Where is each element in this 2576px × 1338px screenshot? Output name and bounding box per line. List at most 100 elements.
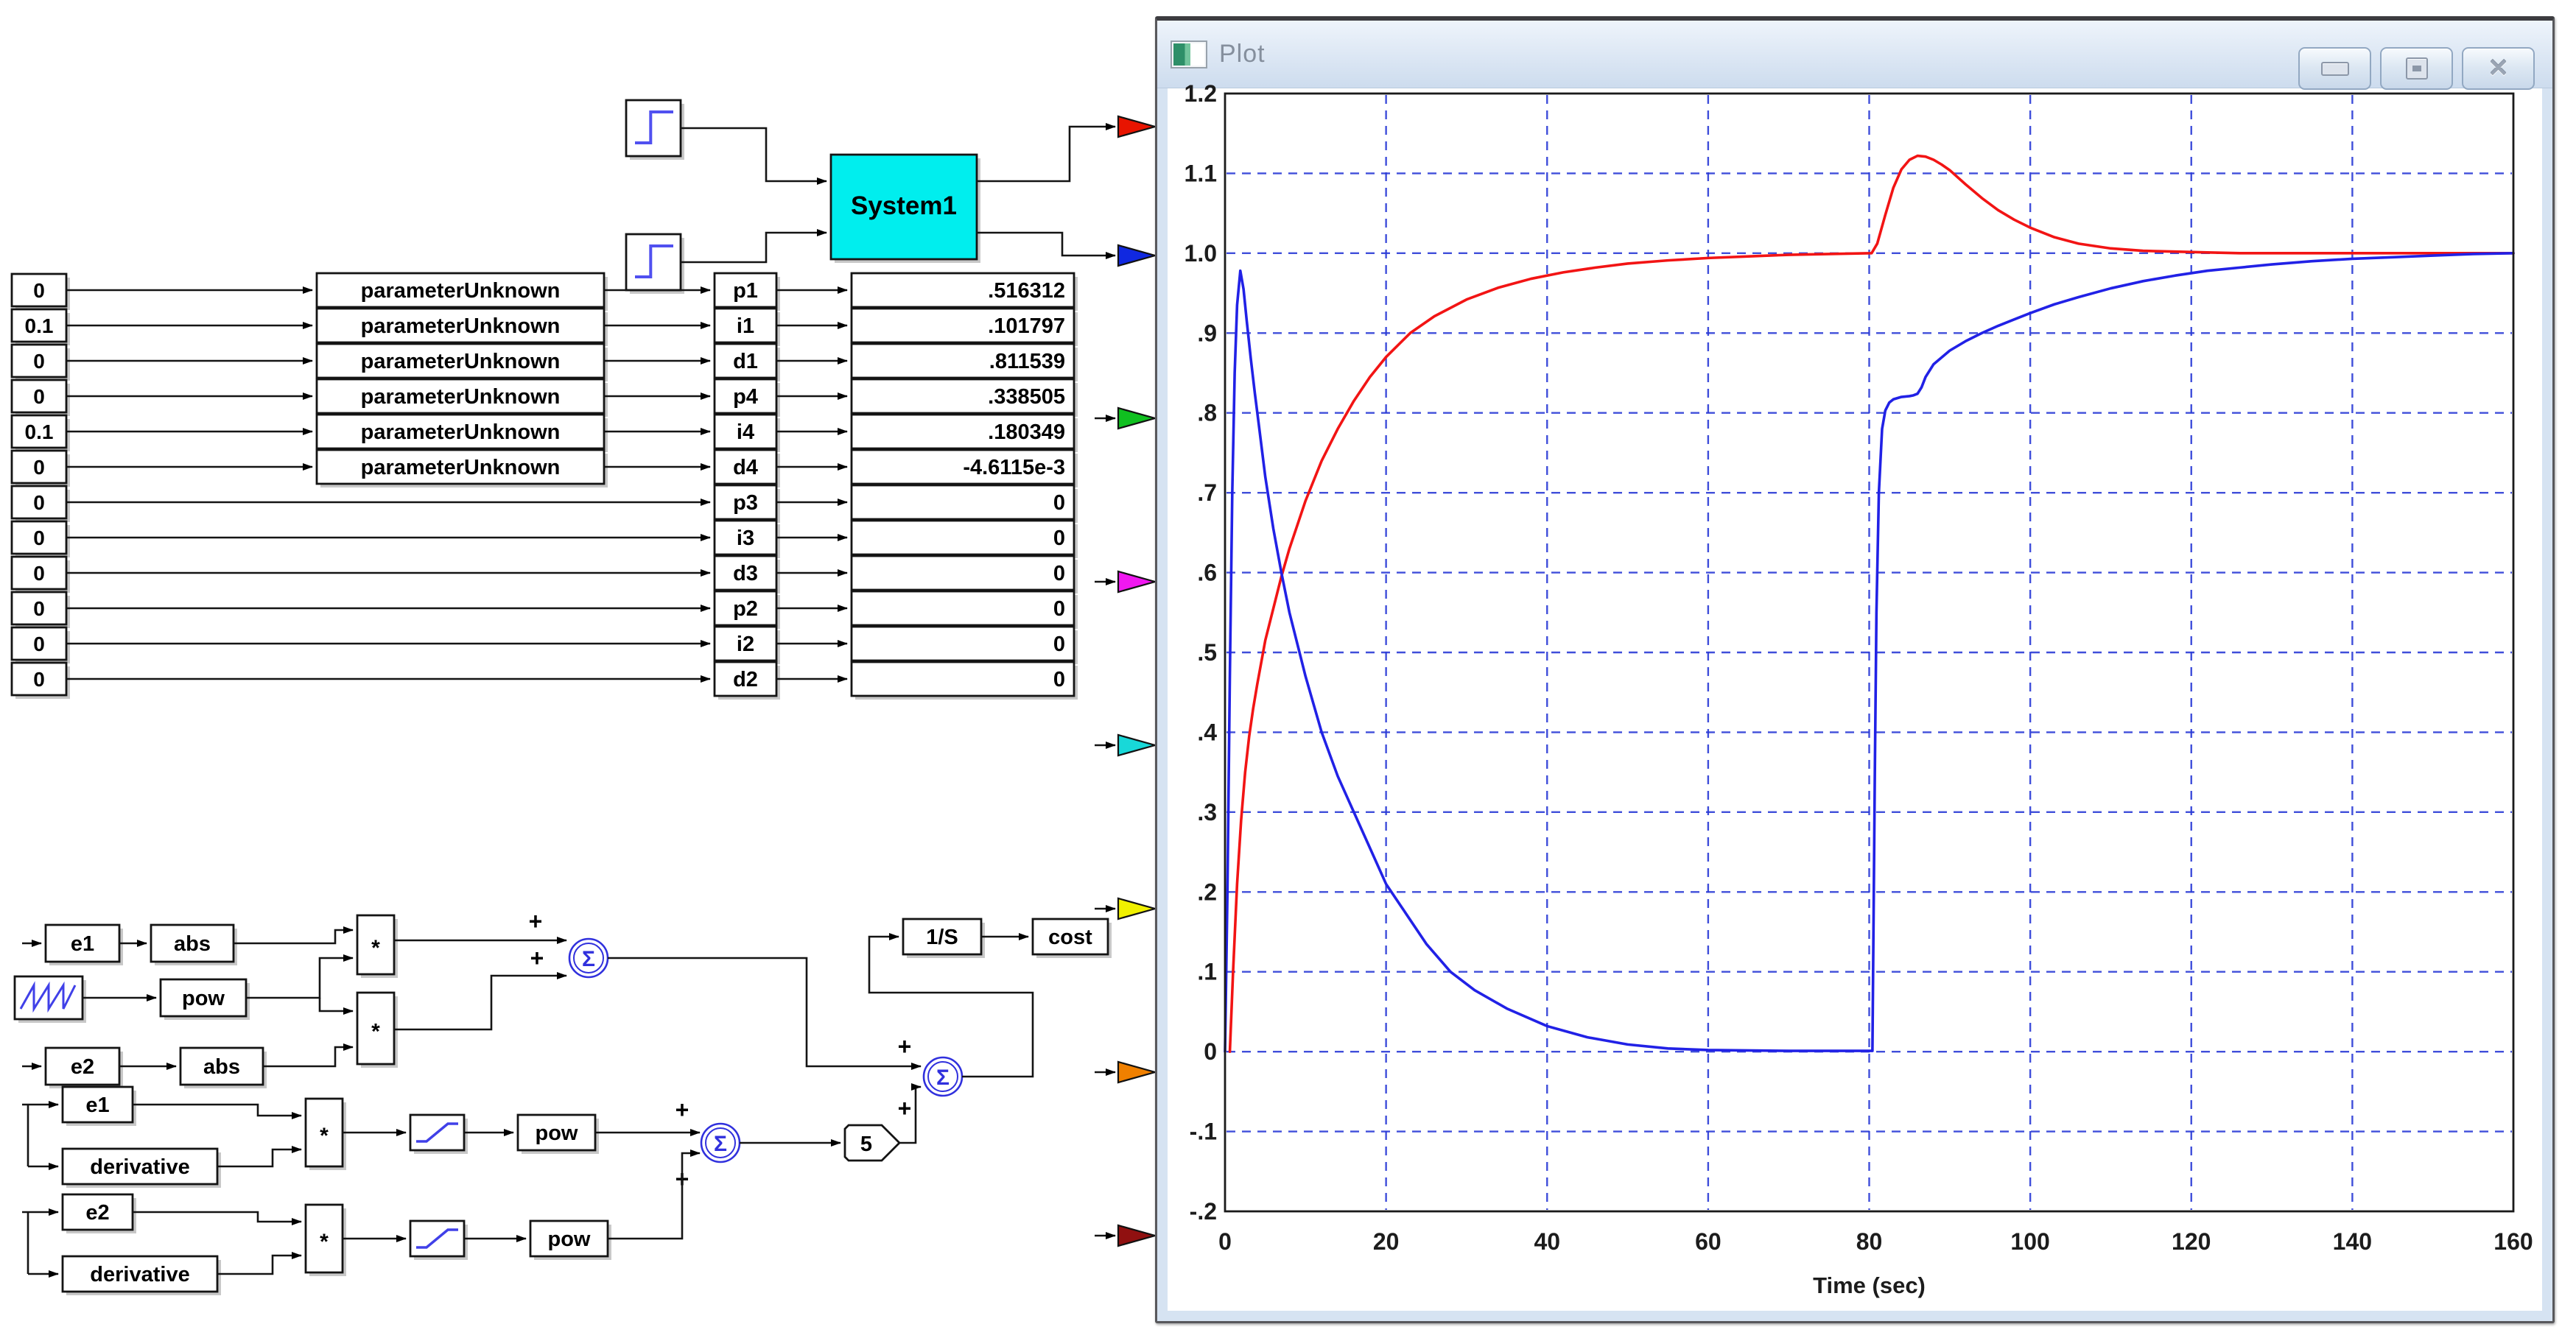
block-const-i1-label: 0.1 xyxy=(25,314,54,337)
block-label-i1-label: i1 xyxy=(737,314,754,338)
port-red[interactable] xyxy=(1118,116,1155,137)
port-green[interactable] xyxy=(1118,408,1155,429)
wire-system1-out1 xyxy=(977,127,1115,181)
block-value-i3[interactable] xyxy=(852,521,1074,554)
block-const-i4-label: 0.1 xyxy=(25,420,54,443)
xtick-40: 40 xyxy=(1534,1228,1560,1255)
port-darkred[interactable] xyxy=(1118,1225,1155,1246)
block-integrator-label: 1/S xyxy=(926,926,958,949)
block-const-p2-label: 0 xyxy=(33,597,45,620)
port-magenta[interactable] xyxy=(1118,571,1155,592)
block-value-d3-label: 0 xyxy=(1053,562,1065,585)
plot-canvas[interactable]: 1.21.11.0.9.8.7.6.5.4.3.2.10-.1-.2020406… xyxy=(1157,21,2552,1321)
block-value-d2[interactable] xyxy=(852,662,1074,696)
block-pow-1-label: pow xyxy=(536,1122,578,1145)
ytick--.2: -.2 xyxy=(1190,1198,1217,1225)
x-axis-label: Time (sec) xyxy=(1813,1272,1926,1298)
block-value-d1-label: .811539 xyxy=(989,350,1065,373)
sum-2-sigma: Σ xyxy=(936,1066,950,1090)
block-label-p3-label: p3 xyxy=(733,491,758,515)
block-value-i3-label: 0 xyxy=(1053,527,1065,550)
block-value-i1-label: .101797 xyxy=(988,314,1065,338)
block-label-i3-label: i3 xyxy=(737,527,754,550)
ytick-1.0: 1.0 xyxy=(1185,240,1217,267)
block-mult-1-label: * xyxy=(371,936,380,960)
block-parameterunknown-i1-label: parameterUnknown xyxy=(361,314,561,338)
port-yellow[interactable] xyxy=(1118,898,1155,919)
block-step-source-1[interactable] xyxy=(626,100,681,156)
block-value-d3[interactable] xyxy=(852,556,1074,590)
port-blue[interactable] xyxy=(1118,245,1155,266)
port-orange[interactable] xyxy=(1118,1062,1155,1082)
ytick-1.2: 1.2 xyxy=(1185,80,1217,107)
ytick-.8: .8 xyxy=(1197,400,1217,426)
block-value-i2[interactable] xyxy=(852,627,1074,661)
plus-sign: + xyxy=(675,1096,689,1123)
block-mult-3-label: * xyxy=(320,1124,329,1148)
ytick-.6: .6 xyxy=(1197,560,1217,586)
block-e1-deriv-label: e1 xyxy=(85,1094,109,1117)
port-cyan[interactable] xyxy=(1118,735,1155,756)
block-label-d1-label: d1 xyxy=(733,350,758,373)
plus-sign: + xyxy=(529,908,543,934)
block-label-i2-label: i2 xyxy=(737,633,754,656)
block-value-p1-label: .516312 xyxy=(988,279,1065,303)
block-value-d2-label: 0 xyxy=(1053,668,1065,691)
block-label-i4-label: i4 xyxy=(737,420,754,444)
block-label-d4-label: d4 xyxy=(733,456,758,479)
ytick-.1: .1 xyxy=(1197,959,1217,985)
block-label-p2-label: p2 xyxy=(733,597,758,621)
ytick-.5: .5 xyxy=(1197,639,1217,666)
block-value-i4-label: .180349 xyxy=(988,420,1065,444)
block-e2-deriv-label: e2 xyxy=(85,1201,109,1225)
wire-abs2-mult2 xyxy=(263,1047,353,1066)
wire-step2-system1 xyxy=(681,233,827,262)
block-const-p4-label: 0 xyxy=(33,385,45,408)
xtick-0: 0 xyxy=(1218,1228,1232,1255)
block-value-i2-label: 0 xyxy=(1053,633,1065,656)
block-pow-weight-label: pow xyxy=(182,987,225,1010)
block-mult-4-label: * xyxy=(320,1230,329,1254)
xtick-20: 20 xyxy=(1373,1228,1400,1255)
xtick-140: 140 xyxy=(2333,1228,2372,1255)
plus-sign: + xyxy=(898,1095,912,1122)
xtick-120: 120 xyxy=(2172,1228,2211,1255)
ytick-.3: .3 xyxy=(1197,799,1217,825)
block-value-p2[interactable] xyxy=(852,591,1074,625)
block-value-p3[interactable] xyxy=(852,485,1074,519)
block-cost-label: cost xyxy=(1048,926,1092,949)
block-parameterunknown-d1-label: parameterUnknown xyxy=(361,350,561,373)
block-label-d2-label: d2 xyxy=(733,668,758,691)
block-value-p3-label: 0 xyxy=(1053,491,1065,515)
ytick-.2: .2 xyxy=(1197,878,1217,905)
block-value-d4-label: -4.6115e-3 xyxy=(963,456,1065,479)
plot-window: Plot ✕ 1.21.11.0.9.8.7.6.5.4.3.2.10-.1-.… xyxy=(1155,16,2555,1323)
sum-1-sigma: Σ xyxy=(582,947,595,971)
block-const-d4-label: 0 xyxy=(33,456,45,479)
block-const-d2-label: 0 xyxy=(33,668,45,691)
plus-sign: + xyxy=(898,1033,912,1060)
plus-sign: + xyxy=(530,945,544,971)
wire-mult2-sum1 xyxy=(394,976,566,1029)
block-abs-1-label: abs xyxy=(174,932,211,956)
block-gain-5-label: 5 xyxy=(860,1133,872,1156)
block-abs-2-label: abs xyxy=(203,1055,240,1079)
block-parameterunknown-d4-label: parameterUnknown xyxy=(361,456,561,479)
wire-pow-mult1 xyxy=(246,958,353,998)
block-parameterunknown-i4-label: parameterUnknown xyxy=(361,420,561,444)
wire-sum1-sum2 xyxy=(608,958,921,1066)
ytick-.7: .7 xyxy=(1197,479,1217,506)
xtick-80: 80 xyxy=(1856,1228,1883,1255)
block-derivative-2-label: derivative xyxy=(90,1263,189,1286)
block-value-p2-label: 0 xyxy=(1053,597,1065,621)
block-e1-abs-label: e1 xyxy=(71,932,94,956)
wire-e2b-mult4 xyxy=(133,1212,301,1222)
xtick-100: 100 xyxy=(2010,1228,2049,1255)
wire-system1-out2 xyxy=(977,233,1115,256)
wire-deriv1-mult3 xyxy=(217,1149,301,1166)
block-step-source-2[interactable] xyxy=(626,234,681,290)
block-const-d1-label: 0 xyxy=(33,350,45,373)
block-const-p3-label: 0 xyxy=(33,491,45,514)
block-pow-2-label: pow xyxy=(548,1228,591,1251)
ytick-.4: .4 xyxy=(1197,719,1217,745)
